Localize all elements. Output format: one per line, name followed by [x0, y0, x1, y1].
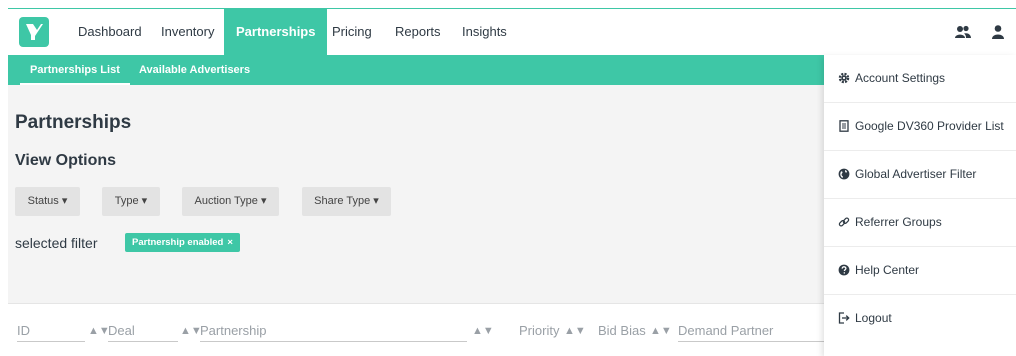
menu-item-label: Referrer Groups: [855, 215, 942, 229]
gear-icon: [838, 72, 850, 84]
link-icon: [838, 217, 850, 227]
menu-item-dv360-provider-list[interactable]: Google DV360 Provider List: [824, 103, 1016, 151]
column-demand-partner-filter[interactable]: Demand Partner: [678, 320, 824, 342]
nav-item-dashboard[interactable]: Dashboard: [66, 9, 154, 55]
menu-item-global-advertiser-filter[interactable]: Global Advertiser Filter: [824, 151, 1016, 199]
column-partnership-filter[interactable]: Partnership: [200, 320, 467, 342]
user-icon[interactable]: [989, 23, 1007, 41]
nav-item-insights[interactable]: Insights: [450, 9, 519, 55]
table-header: ID ▲▼ Deal ▲▼ Partnership ▲▼ Priority ▲▼…: [8, 303, 824, 356]
sort-icon[interactable]: ▲▼: [472, 320, 494, 342]
menu-item-logout[interactable]: Logout: [824, 295, 1016, 343]
nav-item-pricing[interactable]: Pricing: [320, 9, 384, 55]
menu-item-label: Global Advertiser Filter: [855, 167, 977, 181]
share-type-filter-button[interactable]: Share Type ▾: [302, 187, 391, 216]
column-deal-filter[interactable]: Deal: [108, 320, 178, 342]
selected-filter-label: selected filter: [15, 235, 98, 251]
view-options-title: View Options: [15, 152, 117, 169]
user-dropdown-menu: Account Settings Google DV360 Provider L…: [824, 55, 1016, 356]
menu-item-label: Help Center: [855, 263, 920, 277]
users-icon[interactable]: [954, 23, 972, 41]
top-navbar: Dashboard Inventory Partnerships Pricing…: [8, 8, 1016, 55]
logout-icon: [838, 312, 850, 324]
nav-item-reports[interactable]: Reports: [383, 9, 453, 55]
auction-type-filter-button[interactable]: Auction Type ▾: [182, 187, 279, 216]
tab-available-advertisers[interactable]: Available Advertisers: [139, 55, 250, 85]
type-filter-button[interactable]: Type ▾: [102, 187, 160, 216]
menu-item-account-settings[interactable]: Account Settings: [824, 55, 1016, 103]
column-bid-bias-header[interactable]: Bid Bias: [598, 320, 646, 342]
document-icon: [839, 120, 849, 132]
column-id-filter[interactable]: ID: [17, 320, 85, 342]
sort-icon[interactable]: ▲▼: [564, 320, 586, 342]
brand-logo-icon[interactable]: [19, 17, 49, 47]
sort-icon[interactable]: ▲▼: [650, 320, 672, 342]
sort-icon[interactable]: ▲▼: [180, 320, 202, 342]
nav-item-inventory[interactable]: Inventory: [149, 9, 226, 55]
globe-icon: [838, 168, 850, 180]
tab-partnerships-list[interactable]: Partnerships List: [20, 55, 130, 85]
chip-close-icon[interactable]: ×: [227, 237, 233, 248]
column-priority-header[interactable]: Priority: [519, 320, 559, 342]
filter-chip: Partnership enabled ×: [125, 233, 240, 252]
main-content: Partnerships View Options Status ▾ Type …: [8, 85, 824, 303]
nav-item-partnerships[interactable]: Partnerships: [224, 9, 328, 55]
filter-chip-label: Partnership enabled: [132, 237, 224, 248]
sort-icon[interactable]: ▲▼: [88, 320, 110, 342]
menu-item-label: Logout: [855, 311, 892, 325]
sub-navbar: Partnerships List Available Advertisers: [8, 55, 824, 85]
menu-item-label: Account Settings: [855, 71, 946, 85]
menu-item-help-center[interactable]: Help Center: [824, 247, 1016, 295]
menu-item-label: Google DV360 Provider List: [855, 119, 1004, 133]
status-filter-button[interactable]: Status ▾: [15, 187, 80, 216]
menu-item-referrer-groups[interactable]: Referrer Groups: [824, 199, 1016, 247]
page-title: Partnerships: [15, 112, 132, 133]
help-icon: [838, 264, 850, 276]
